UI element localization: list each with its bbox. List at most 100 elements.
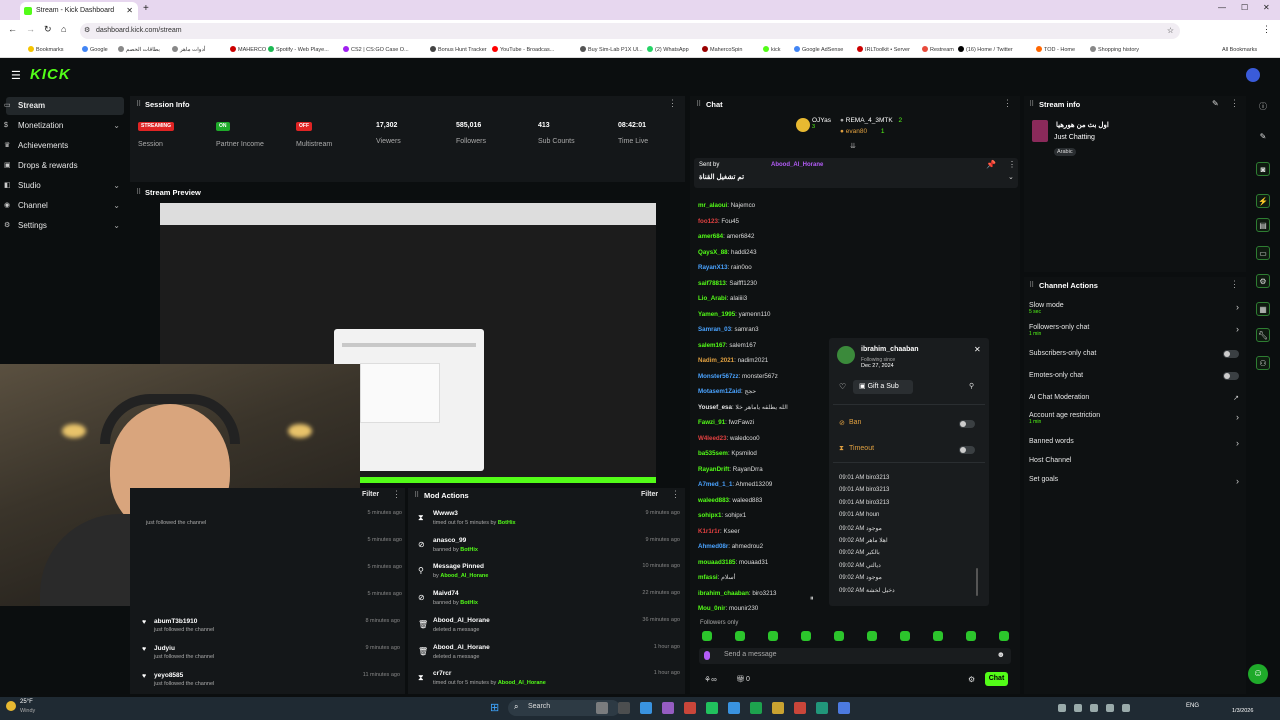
folder-icon[interactable]: [772, 702, 784, 714]
close-window-icon[interactable]: ✕: [1263, 3, 1270, 12]
tray-wifi-icon[interactable]: [1058, 704, 1066, 712]
chevron-right-icon[interactable]: ›: [1236, 302, 1239, 312]
pinned-message[interactable]: Sent by Abood_Al_Horane تم تشغيل القناة …: [694, 158, 1018, 188]
spotify-icon[interactable]: [750, 702, 762, 714]
chat-message[interactable]: Yousef_esa: الله يطلقه ياماهر خلا: [698, 404, 788, 411]
gear-icon[interactable]: ⚙: [1256, 274, 1270, 288]
pin-icon[interactable]: 📌: [986, 160, 996, 169]
all-bookmarks-button[interactable]: All Bookmarks: [1222, 44, 1257, 56]
toggle-switch[interactable]: [1223, 372, 1239, 380]
emote-icon[interactable]: [702, 631, 712, 641]
bookmark-item[interactable]: (16) Home / Twitter: [958, 44, 1013, 56]
lightning-icon[interactable]: ⚡: [1256, 194, 1270, 208]
mod-action-row[interactable]: 🗑︎ Abood_Al_Horane deleted a message 36 min…: [418, 617, 680, 639]
home-icon[interactable]: ⌂: [61, 24, 66, 34]
chat-message[interactable]: Ahmed08r: ahmedrou2: [698, 543, 763, 550]
mod-action-row[interactable]: ⚲ Message Pinned by Abood_Al_Horane 10 minu…: [418, 563, 680, 585]
chat-message[interactable]: ibrahim_chaaban: biro3213: [698, 590, 776, 597]
channel-action-banned-words[interactable]: Banned words ›: [1029, 438, 1241, 454]
raffle-icon[interactable]: ⚘∞: [704, 675, 717, 684]
bookmark-item[interactable]: YouTube - Broadcas...: [492, 44, 554, 56]
channel-action-emotes-only-chat[interactable]: Emotes-only chat: [1029, 372, 1241, 388]
chat-message[interactable]: Motasem1Zaid: حجج: [698, 388, 756, 395]
bookmark-item[interactable]: Buy Sim-Lab P1X Ul...: [580, 44, 643, 56]
info-icon[interactable]: ⓘ: [1256, 100, 1270, 114]
tray-volume-icon[interactable]: [1074, 704, 1082, 712]
list-item[interactable]: ♥ abumT3b1910 just followed the channel 8 m…: [142, 618, 400, 638]
chat-message[interactable]: RayanX13: rain0oo: [698, 264, 752, 271]
bookmark-item[interactable]: أدوات ماهر: [172, 44, 205, 56]
forward-icon[interactable]: →: [26, 24, 35, 34]
back-icon[interactable]: ←: [8, 24, 17, 34]
chat-message[interactable]: K1r1r1r: Kseer: [698, 528, 740, 535]
browser-tab[interactable]: Stream - Kick Dashboard ✕: [20, 2, 138, 20]
drag-handle-icon[interactable]: ⠿: [136, 100, 141, 108]
leaderboard-third[interactable]: ● evan80 1: [840, 128, 885, 135]
chat-message[interactable]: mr_alaoui: Najemco: [698, 202, 755, 209]
chat-settings-icon[interactable]: ⚙: [968, 675, 975, 684]
edge-icon[interactable]: [640, 702, 652, 714]
emote-icon[interactable]: [768, 631, 778, 641]
emote-icon[interactable]: [933, 631, 943, 641]
mic-icon[interactable]: [704, 651, 710, 660]
chat-message[interactable]: Samran_03: samran3: [698, 326, 759, 333]
emote-icon[interactable]: [867, 631, 877, 641]
collapse-leaderboard-icon[interactable]: ⇊: [850, 142, 856, 150]
chat-message[interactable]: sohipx1: sohipx1: [698, 512, 746, 519]
minimize-icon[interactable]: —: [1218, 3, 1226, 12]
heart-icon[interactable]: ♡: [839, 382, 846, 391]
gift-icon[interactable]: 🎁︎: [736, 675, 745, 683]
pause-chat-icon[interactable]: ⏸: [810, 595, 814, 603]
clipboard-icon[interactable]: ▤: [1256, 218, 1270, 232]
drag-handle-icon[interactable]: ⠿: [136, 188, 141, 196]
bookmark-item[interactable]: MahercoSpin: [702, 44, 742, 56]
reload-icon[interactable]: ↻: [44, 24, 52, 35]
bookmark-item[interactable]: Bonus Hunt Tracker: [430, 44, 487, 56]
list-item[interactable]: 5 minutes ago: [366, 537, 402, 557]
close-icon[interactable]: ✕: [974, 345, 981, 354]
edit-icon[interactable]: ✎: [1212, 99, 1219, 108]
chevron-down-icon[interactable]: ⌄: [1008, 173, 1014, 181]
channel-actions-menu-icon[interactable]: ⋮: [1230, 279, 1239, 290]
activity-menu-icon[interactable]: ⋮: [392, 489, 401, 500]
chat-message[interactable]: salem167: salem167: [698, 342, 756, 349]
mod-filter-button[interactable]: Filter: [641, 491, 658, 498]
bookmark-item[interactable]: Spotify - Web Playe...: [268, 44, 329, 56]
chat-message[interactable]: RayanDrift: RayanDrra: [698, 466, 763, 473]
mod-action-row[interactable]: 🗑︎ Abood_Al_Horane deleted a message 1 hour…: [418, 644, 680, 666]
pinned-menu-icon[interactable]: ⋮: [1008, 160, 1016, 169]
mod-menu-icon[interactable]: ⋮: [671, 489, 680, 500]
mail-icon[interactable]: [728, 702, 740, 714]
chevron-right-icon[interactable]: ›: [1236, 476, 1239, 486]
emote-icon[interactable]: [999, 631, 1009, 641]
more-actions-icon[interactable]: ⚲: [969, 382, 974, 390]
bookmark-item[interactable]: TOD - Home: [1036, 44, 1075, 56]
chat-message[interactable]: saif78813: Saifff1230: [698, 280, 757, 287]
people-icon[interactable]: ⚇: [1256, 356, 1270, 370]
photos-icon[interactable]: [662, 702, 674, 714]
drag-handle-icon[interactable]: ⠿: [1029, 281, 1034, 289]
tray-battery-icon[interactable]: [1090, 704, 1098, 712]
sidebar-item-studio[interactable]: ◧ Studio ⌄: [4, 177, 124, 195]
chat-message[interactable]: QaysX_88: haddi243: [698, 249, 757, 256]
chat-message[interactable]: W4leed23: waledcoo0: [698, 435, 760, 442]
list-item[interactable]: ♥ Judyiu just followed the channel 9 minute…: [142, 645, 400, 665]
menu-icon[interactable]: ⋮: [1262, 24, 1271, 35]
store-icon[interactable]: [706, 702, 718, 714]
emote-icon[interactable]: [735, 631, 745, 641]
tray-cloud-icon[interactable]: [1122, 704, 1130, 712]
chat-message[interactable]: Yamen_1995: yamenn110: [698, 311, 771, 318]
send-chat-button[interactable]: Chat: [985, 672, 1008, 686]
camera-icon[interactable]: ◙: [1256, 162, 1270, 176]
drag-handle-icon[interactable]: ⠿: [1029, 100, 1034, 108]
drag-handle-icon[interactable]: ⠿: [414, 491, 419, 499]
toggle-switch[interactable]: [1223, 350, 1239, 358]
chevron-right-icon[interactable]: ›: [1236, 438, 1239, 448]
list-item[interactable]: 5 minutes ago: [366, 564, 402, 584]
sidebar-item-monetization[interactable]: $ Monetization ⌄: [4, 117, 124, 135]
emote-icon[interactable]: [801, 631, 811, 641]
leaderboard-second[interactable]: ● REMA_4_3MTK 2: [840, 117, 902, 124]
tray-shield-icon[interactable]: [1106, 704, 1114, 712]
list-item[interactable]: 5 minutes ago just followed the channel: [146, 510, 402, 530]
new-tab-icon[interactable]: +: [143, 3, 149, 14]
